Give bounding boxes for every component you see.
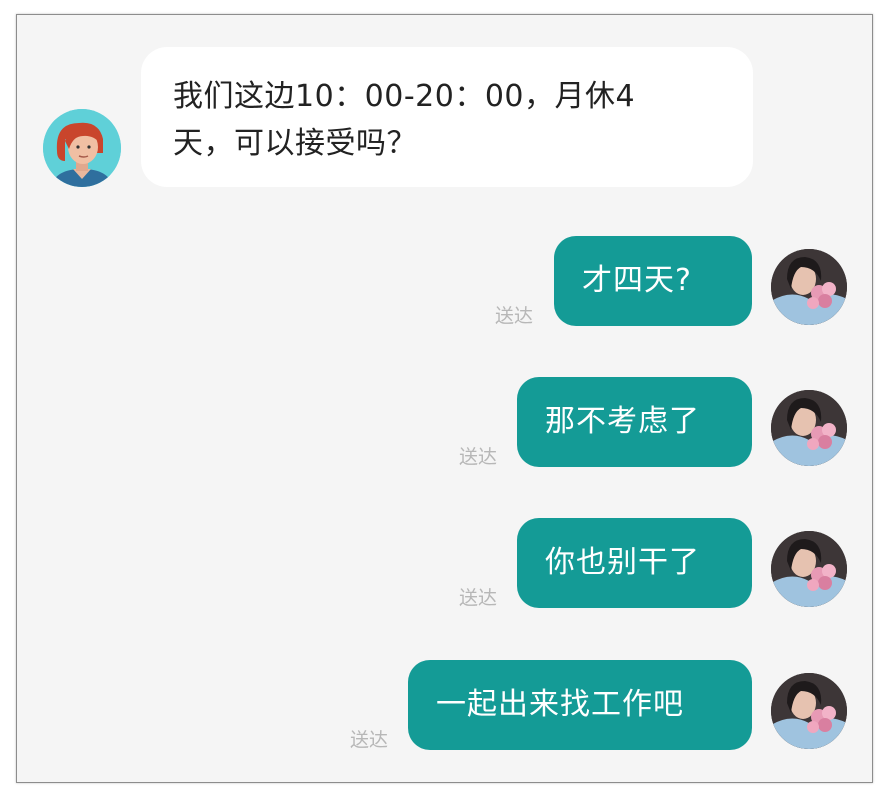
- profile-photo-icon: [771, 390, 847, 466]
- incoming-message-line: 我们这边10：00-20：00，月休4: [173, 79, 636, 114]
- cartoon-person-icon: [43, 109, 121, 187]
- profile-photo-icon: [771, 531, 847, 607]
- delivery-status: 送达: [350, 729, 389, 751]
- my-avatar[interactable]: [771, 673, 847, 749]
- my-avatar[interactable]: [771, 249, 847, 325]
- chat-window: 我们这边10：00-20：00，月休4 天，可以接受吗？ 送达 才四天? 送达 …: [16, 14, 873, 783]
- delivery-status: 送达: [495, 305, 534, 327]
- incoming-message-line: 天，可以接受吗？: [173, 126, 417, 161]
- outgoing-message-bubble[interactable]: 一起出来找工作吧: [408, 660, 752, 750]
- outgoing-message-bubble[interactable]: 那不考虑了: [517, 377, 752, 467]
- my-avatar[interactable]: [771, 390, 847, 466]
- outgoing-message-bubble[interactable]: 才四天?: [554, 236, 752, 326]
- profile-photo-icon: [771, 249, 847, 325]
- my-avatar[interactable]: [771, 531, 847, 607]
- sender-avatar[interactable]: [43, 109, 121, 187]
- delivery-status: 送达: [459, 446, 498, 468]
- delivery-status: 送达: [459, 587, 498, 609]
- outgoing-message-bubble[interactable]: 你也别干了: [517, 518, 752, 608]
- profile-photo-icon: [771, 673, 847, 749]
- incoming-message-bubble[interactable]: 我们这边10：00-20：00，月休4 天，可以接受吗？: [141, 47, 753, 187]
